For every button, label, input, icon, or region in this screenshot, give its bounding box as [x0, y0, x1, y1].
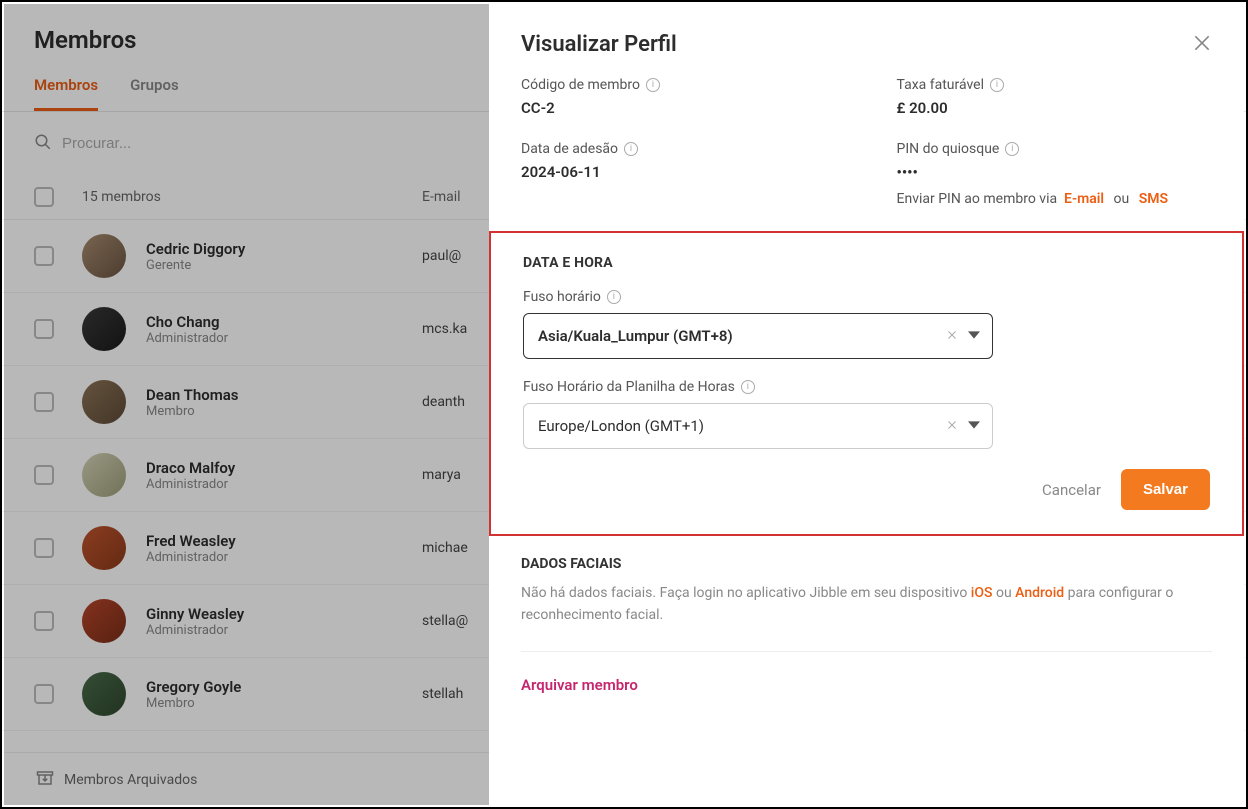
datetime-title: DATA E HORA [523, 255, 1210, 271]
info-icon[interactable]: i [1005, 142, 1019, 156]
member-role: Membro [146, 696, 241, 711]
member-name: Cedric Diggory [146, 240, 245, 258]
avatar [82, 599, 126, 643]
tab-members[interactable]: Membros [34, 76, 98, 111]
timesheet-timezone-select[interactable]: Europe/London (GMT+1) [523, 403, 993, 449]
row-checkbox[interactable] [34, 246, 54, 266]
member-role: Administrador [146, 477, 235, 492]
search-icon [34, 133, 52, 155]
row-checkbox[interactable] [34, 392, 54, 412]
info-icon[interactable]: i [741, 380, 755, 394]
member-name: Draco Malfoy [146, 459, 235, 477]
member-code-label: Código de membro [521, 77, 640, 93]
row-checkbox[interactable] [34, 684, 54, 704]
member-code-value: CC-2 [521, 99, 837, 117]
join-date-label: Data de adesão [521, 141, 618, 157]
send-pin-sms-link[interactable]: SMS [1139, 191, 1168, 207]
kiosk-pin-value: •••• [897, 163, 1213, 181]
timesheet-timezone-value: Europe/London (GMT+1) [538, 417, 704, 435]
member-name: Cho Chang [146, 313, 228, 331]
row-checkbox[interactable] [34, 319, 54, 339]
cancel-button[interactable]: Cancelar [1042, 481, 1101, 499]
archived-members-label: Membros Arquivados [64, 772, 197, 788]
member-name: Dean Thomas [146, 386, 239, 404]
kiosk-pin-label: PIN do quiosque [897, 141, 1000, 157]
select-all-checkbox[interactable] [34, 187, 54, 207]
facial-data-text: Não há dados faciais. Faça login no apli… [521, 582, 1212, 627]
send-pin-or: ou [1114, 191, 1130, 207]
clear-icon[interactable] [946, 327, 958, 345]
save-button[interactable]: Salvar [1121, 469, 1210, 510]
info-icon[interactable]: i [607, 290, 621, 304]
avatar [82, 380, 126, 424]
timezone-select[interactable]: Asia/Kuala_Lumpur (GMT+8) [523, 313, 993, 359]
close-button[interactable] [1192, 33, 1212, 57]
archive-member-link[interactable]: Arquivar membro [521, 676, 1212, 694]
info-icon[interactable]: i [646, 78, 660, 92]
chevron-down-icon [968, 327, 980, 345]
facial-data-title: DADOS FACIAIS [521, 556, 1212, 572]
android-link[interactable]: Android [1015, 585, 1064, 601]
member-name: Fred Weasley [146, 532, 236, 550]
avatar [82, 307, 126, 351]
member-role: Membro [146, 404, 239, 419]
member-role: Administrador [146, 623, 244, 638]
clear-icon[interactable] [946, 417, 958, 435]
archive-icon [36, 769, 54, 791]
send-pin-email-link[interactable]: E-mail [1064, 191, 1104, 207]
info-icon[interactable]: i [990, 78, 1004, 92]
avatar [82, 672, 126, 716]
member-name: Ginny Weasley [146, 605, 244, 623]
search-input[interactable] [62, 135, 222, 152]
datetime-section: DATA E HORA Fuso horário i Asia/Kuala_Lu… [489, 231, 1244, 536]
timezone-label: Fuso horário [523, 289, 601, 305]
row-checkbox[interactable] [34, 611, 54, 631]
panel-title: Visualizar Perfil [521, 32, 677, 57]
ios-link[interactable]: iOS [971, 585, 993, 601]
row-checkbox[interactable] [34, 538, 54, 558]
timezone-value: Asia/Kuala_Lumpur (GMT+8) [538, 327, 733, 345]
chevron-down-icon [968, 417, 980, 435]
timesheet-timezone-label: Fuso Horário da Planilha de Horas [523, 379, 735, 395]
member-role: Administrador [146, 331, 228, 346]
avatar [82, 234, 126, 278]
avatar [82, 453, 126, 497]
close-icon [1192, 38, 1212, 57]
count-label: 15 membros [82, 189, 422, 205]
avatar [82, 526, 126, 570]
join-date-value: 2024-06-11 [521, 163, 837, 181]
member-role: Gerente [146, 258, 245, 273]
billable-rate-label: Taxa faturável [897, 77, 985, 93]
tab-groups[interactable]: Grupos [130, 76, 179, 111]
divider [521, 651, 1212, 652]
billable-rate-value: £ 20.00 [897, 99, 1213, 117]
member-role: Administrador [146, 550, 236, 565]
send-pin-prefix: Enviar PIN ao membro via [897, 191, 1058, 207]
row-checkbox[interactable] [34, 465, 54, 485]
profile-panel: Visualizar Perfil Código de membro i CC-… [489, 4, 1244, 805]
member-name: Gregory Goyle [146, 678, 241, 696]
info-icon[interactable]: i [624, 142, 638, 156]
